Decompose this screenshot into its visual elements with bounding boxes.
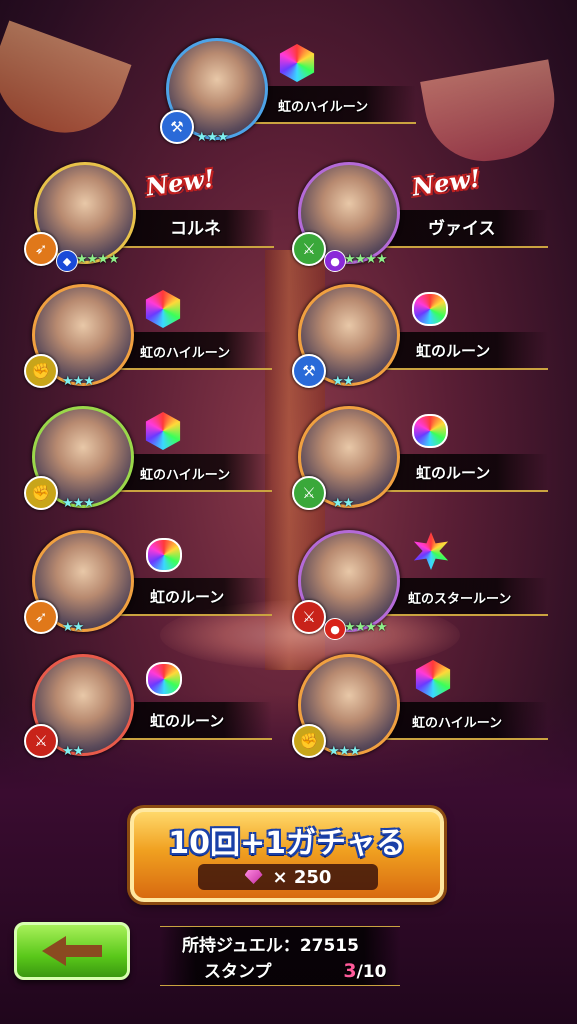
result-card[interactable]: ⚔ ● ★★★★ New! ヴァイス xyxy=(292,162,548,272)
rainbow-high-rune-icon xyxy=(414,660,452,698)
item-label: 虹のハイルーン xyxy=(140,346,231,361)
back-arrow-icon xyxy=(42,936,102,966)
item-label: 虹のルーン xyxy=(150,588,225,606)
item-label: 虹のルーン xyxy=(416,464,491,482)
result-card[interactable]: ✊ ★★★ 虹のハイルーン xyxy=(24,406,272,516)
jewel-value: 27515 xyxy=(299,936,359,956)
lamp-decoration xyxy=(0,20,132,150)
fire-element-icon: ● xyxy=(324,618,346,640)
sword-icon: ⚔ xyxy=(292,476,326,510)
result-card[interactable]: ✊ ★★★ 虹のハイルーン xyxy=(292,654,548,764)
fist-icon: ✊ xyxy=(24,354,58,388)
axe-icon: ⚒ xyxy=(160,110,194,144)
rarity-stars: ★★★★ xyxy=(76,252,120,267)
rarity-stars: ★★★★ xyxy=(344,620,388,635)
result-card[interactable]: ⚒ ★★ 虹のルーン xyxy=(292,284,548,394)
rarity-stars: ★★★ xyxy=(62,374,95,389)
item-label: 虹のルーン xyxy=(150,712,225,730)
sword-icon: ⚔ xyxy=(292,600,326,634)
stamp-total: /10 xyxy=(356,962,387,982)
character-name: ヴァイス xyxy=(428,219,496,239)
gacha-button-title: 10回+1ガチャる xyxy=(168,826,406,861)
rarity-stars: ★★★ xyxy=(62,496,95,511)
rainbow-high-rune-icon xyxy=(278,44,316,82)
fist-icon: ✊ xyxy=(292,724,326,758)
item-label: 虹のハイルーン xyxy=(412,716,503,731)
item-label: 虹のルーン xyxy=(416,342,491,360)
rainbow-rune-icon xyxy=(146,662,184,700)
gacha-10-plus-1-button[interactable]: 10回+1ガチャる × 250 xyxy=(130,808,444,902)
rainbow-high-rune-icon xyxy=(144,412,182,450)
result-card[interactable]: ⚔ ★★ 虹のルーン xyxy=(24,654,272,764)
new-badge: New! xyxy=(144,163,217,202)
stamp-current: 3 xyxy=(343,960,357,982)
stamp-row: スタンプ 3/10 xyxy=(204,957,386,982)
rainbow-high-rune-icon xyxy=(144,290,182,328)
rarity-stars: ★★★ xyxy=(328,744,361,759)
result-card[interactable]: ⚔ ★★ 虹のルーン xyxy=(292,406,548,516)
rainbow-rune-icon xyxy=(146,538,184,576)
result-card[interactable]: ➶ ◆ ★★★★ New! コルネ xyxy=(24,162,274,272)
item-label: 虹のハイルーン xyxy=(278,100,369,115)
rarity-stars: ★★ xyxy=(332,374,354,389)
gem-icon xyxy=(244,870,263,884)
bow-icon: ➶ xyxy=(24,600,58,634)
result-card[interactable]: ➶ ★★ 虹のルーン xyxy=(24,530,272,640)
rarity-stars: ★★ xyxy=(62,620,84,635)
cost-display: × 250 xyxy=(198,864,378,890)
bow-icon: ➶ xyxy=(24,232,58,266)
jewel-row: 所持ジュエル：27515 xyxy=(182,931,359,956)
axe-icon: ⚒ xyxy=(292,354,326,388)
fist-icon: ✊ xyxy=(24,476,58,510)
status-panel: 所持ジュエル：27515 スタンプ 3/10 xyxy=(160,926,400,986)
result-card[interactable]: ⚔ ● ★★★★ 虹のスタールーン xyxy=(292,530,548,640)
result-card[interactable]: ⚒ ★★★ 虹のハイルーン xyxy=(160,38,416,148)
dark-element-icon: ● xyxy=(324,250,346,272)
stamp-label: スタンプ xyxy=(204,962,272,982)
rainbow-rune-icon xyxy=(412,292,450,330)
rarity-stars: ★★ xyxy=(332,496,354,511)
character-name: コルネ xyxy=(170,219,221,239)
rainbow-star-rune-icon xyxy=(412,532,450,570)
water-element-icon: ◆ xyxy=(56,250,78,272)
item-label: 虹のハイルーン xyxy=(140,468,231,483)
rarity-stars: ★★★ xyxy=(196,130,229,145)
lamp-decoration xyxy=(420,59,564,171)
sword-icon: ⚔ xyxy=(24,724,58,758)
new-badge: New! xyxy=(410,163,483,202)
back-button[interactable] xyxy=(14,922,130,980)
jewel-label: 所持ジュエル： xyxy=(182,936,300,956)
rainbow-rune-icon xyxy=(412,414,450,452)
sword-icon: ⚔ xyxy=(292,232,326,266)
rarity-stars: ★★ xyxy=(62,744,84,759)
cost-value: × 250 xyxy=(272,866,332,888)
item-label: 虹のスタールーン xyxy=(408,592,512,607)
rarity-stars: ★★★★ xyxy=(344,252,388,267)
result-card[interactable]: ✊ ★★★ 虹のハイルーン xyxy=(24,284,272,394)
